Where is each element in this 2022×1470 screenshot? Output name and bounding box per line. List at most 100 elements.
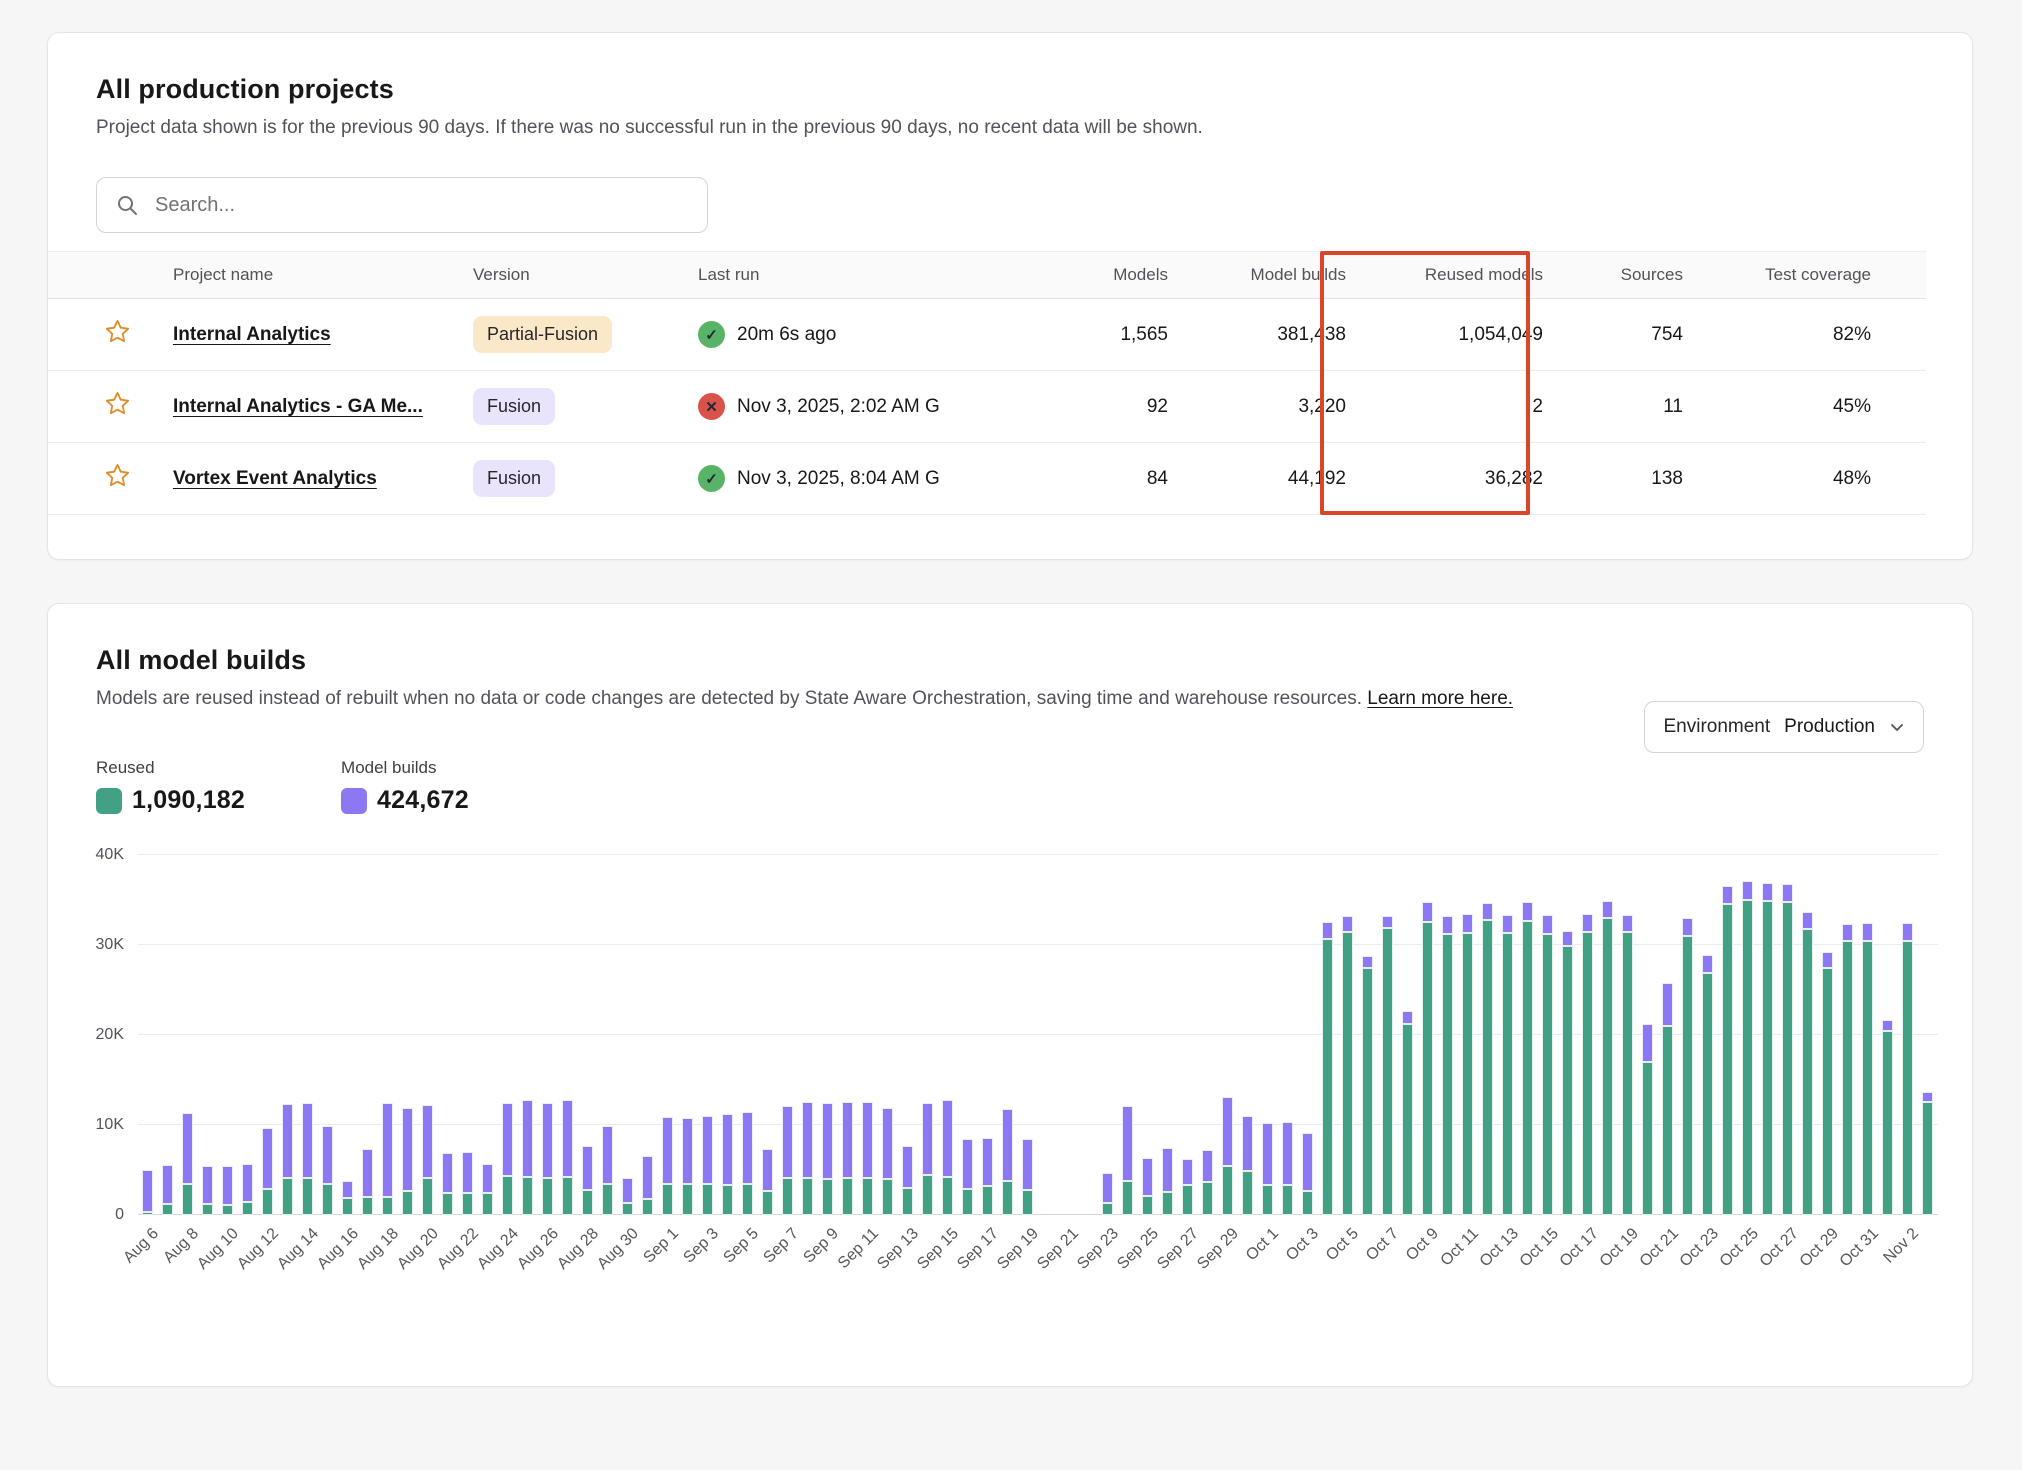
x-tick-label: Oct 27 bbox=[1757, 1225, 1803, 1271]
bar-aug-29 bbox=[598, 855, 618, 1215]
favorite-star-button[interactable] bbox=[104, 390, 131, 420]
model-builds-segment bbox=[342, 1181, 353, 1198]
project-search[interactable] bbox=[96, 177, 708, 233]
model-builds-cell: 3,220 bbox=[1183, 396, 1361, 418]
model-builds-segment bbox=[1822, 952, 1833, 968]
reused-segment bbox=[402, 1191, 413, 1215]
reused-segment bbox=[322, 1184, 333, 1216]
column-header-last-run: Last run bbox=[683, 265, 941, 285]
bar-oct-13 bbox=[1498, 855, 1518, 1215]
builds-card: All model builds Models are reused inste… bbox=[47, 603, 1973, 1387]
reused-segment bbox=[742, 1184, 753, 1216]
bar-oct-29 bbox=[1818, 855, 1838, 1215]
stacked-bar bbox=[342, 855, 353, 1215]
x-tick-label: Sep 25 bbox=[1114, 1225, 1163, 1274]
column-header-test-coverage: Test coverage bbox=[1698, 265, 1911, 285]
stacked-bar bbox=[862, 855, 873, 1215]
bar-oct-14 bbox=[1518, 855, 1538, 1215]
stacked-bar bbox=[1602, 855, 1613, 1215]
reused-segment bbox=[1562, 946, 1573, 1215]
model-builds-segment bbox=[182, 1113, 193, 1184]
bar-oct-10 bbox=[1438, 855, 1458, 1215]
bar-oct-15 bbox=[1538, 855, 1558, 1215]
reused-segment bbox=[1902, 941, 1913, 1216]
bar-sep-18 bbox=[998, 855, 1018, 1215]
model-builds-segment bbox=[1022, 1139, 1033, 1189]
model-builds-segment bbox=[1202, 1150, 1213, 1182]
reused-segment bbox=[1222, 1166, 1233, 1216]
chart-legend: Reused1,090,182Model builds424,672 bbox=[96, 758, 1924, 815]
environment-select[interactable]: Environment Production bbox=[1644, 701, 1924, 753]
reused-segment bbox=[1522, 921, 1533, 1215]
model-builds-segment bbox=[942, 1100, 953, 1177]
column-header-documentation: Documentation bbox=[1911, 265, 1926, 285]
bar-oct-25 bbox=[1738, 855, 1758, 1215]
model-builds-segment bbox=[642, 1156, 653, 1199]
version-badge: Fusion bbox=[473, 388, 555, 425]
bar-sep-6 bbox=[758, 855, 778, 1215]
reused-segment bbox=[1262, 1185, 1273, 1215]
star-icon bbox=[104, 405, 131, 420]
search-input[interactable] bbox=[153, 193, 689, 218]
model-builds-segment bbox=[1402, 1011, 1413, 1025]
model-builds-segment bbox=[1662, 983, 1673, 1026]
x-tick-label: Oct 7 bbox=[1363, 1225, 1403, 1265]
x-tick-label: Oct 13 bbox=[1477, 1225, 1523, 1271]
reused-segment bbox=[1482, 920, 1493, 1215]
reused-segment bbox=[762, 1191, 773, 1215]
x-tick-label: Sep 29 bbox=[1194, 1225, 1243, 1274]
bar-aug-12 bbox=[258, 855, 278, 1215]
reused-segment bbox=[542, 1178, 553, 1215]
table-row[interactable]: Vortex Event AnalyticsFusion✓Nov 3, 2025… bbox=[48, 443, 1926, 515]
project-name-link[interactable]: Internal Analytics - GA Me... bbox=[173, 396, 423, 417]
table-row[interactable]: Internal AnalyticsPartial-Fusion✓20m 6s … bbox=[48, 299, 1926, 371]
reused-segment bbox=[862, 1178, 873, 1215]
stacked-bar bbox=[1862, 855, 1873, 1215]
model-builds-segment bbox=[1302, 1133, 1313, 1191]
legend-swatch bbox=[96, 788, 122, 814]
legend-label: Model builds bbox=[341, 758, 469, 778]
bar-aug-26 bbox=[538, 855, 558, 1215]
test-coverage-cell: 45% bbox=[1698, 396, 1911, 418]
bar-sep-10 bbox=[838, 855, 858, 1215]
model-builds-segment bbox=[402, 1108, 413, 1191]
stacked-bar bbox=[1362, 855, 1373, 1215]
bar-aug-16 bbox=[338, 855, 358, 1215]
model-builds-segment bbox=[622, 1178, 633, 1203]
reused-models-cell: 36,282 bbox=[1361, 468, 1558, 490]
reused-segment bbox=[1362, 968, 1373, 1216]
reused-segment bbox=[1582, 932, 1593, 1215]
reused-segment bbox=[1502, 933, 1513, 1215]
bar-oct-17 bbox=[1578, 855, 1598, 1215]
model-builds-segment bbox=[282, 1104, 293, 1178]
x-tick-label: Aug 30 bbox=[594, 1225, 643, 1274]
x-tick-label: Oct 17 bbox=[1557, 1225, 1603, 1271]
stacked-bar bbox=[1582, 855, 1593, 1215]
project-name-link[interactable]: Internal Analytics bbox=[173, 324, 331, 345]
reused-segment bbox=[902, 1188, 913, 1215]
bar-sep-24 bbox=[1118, 855, 1138, 1215]
stacked-bar bbox=[1642, 855, 1653, 1215]
model-builds-segment bbox=[462, 1152, 473, 1193]
favorite-star-button[interactable] bbox=[104, 318, 131, 348]
bar-oct-31 bbox=[1858, 855, 1878, 1215]
model-builds-segment bbox=[1462, 914, 1473, 933]
column-header-reused-models: Reused models bbox=[1361, 265, 1558, 285]
stacked-bar bbox=[1442, 855, 1453, 1215]
project-name-link[interactable]: Vortex Event Analytics bbox=[173, 468, 377, 489]
model-builds-segment bbox=[562, 1100, 573, 1177]
bar-aug-9 bbox=[198, 855, 218, 1215]
bar-aug-15 bbox=[318, 855, 338, 1215]
stacked-bar bbox=[1462, 855, 1473, 1215]
model-builds-segment bbox=[602, 1126, 613, 1185]
x-tick-label: Oct 31 bbox=[1837, 1225, 1883, 1271]
bar-sep-8 bbox=[798, 855, 818, 1215]
model-builds-segment bbox=[982, 1138, 993, 1187]
star-icon bbox=[104, 477, 131, 492]
bar-nov-2 bbox=[1898, 855, 1918, 1215]
table-row[interactable]: Internal Analytics - GA Me...Fusion✕Nov … bbox=[48, 371, 1926, 443]
reused-segment bbox=[1542, 934, 1553, 1215]
favorite-star-button[interactable] bbox=[104, 462, 131, 492]
learn-more-link[interactable]: Learn more here. bbox=[1367, 688, 1513, 709]
model-builds-segment bbox=[862, 1102, 873, 1179]
